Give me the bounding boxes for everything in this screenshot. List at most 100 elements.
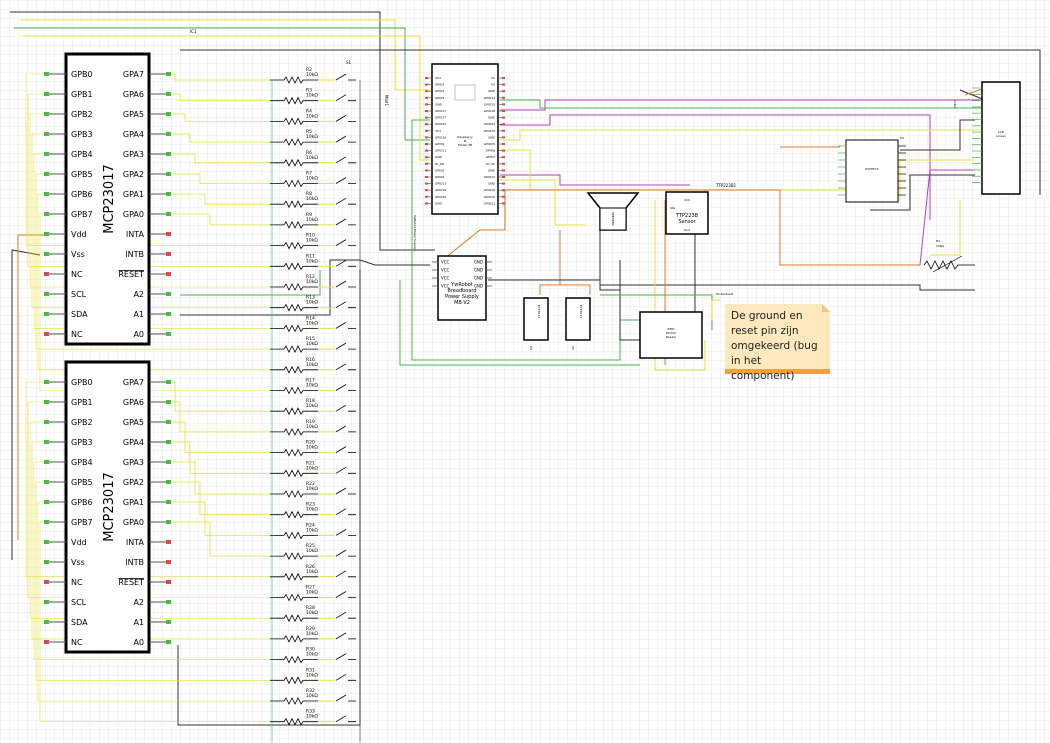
pin-connector[interactable]	[166, 640, 171, 644]
rpi-pin-connector[interactable]	[502, 116, 505, 119]
pin-connector[interactable]	[166, 460, 171, 464]
rpi-pin-connector[interactable]	[425, 195, 428, 198]
rpi-pin-connector[interactable]	[425, 143, 428, 145]
pin-connector[interactable]	[166, 380, 171, 384]
pin-connector[interactable]	[44, 540, 49, 544]
pin-connector[interactable]	[44, 560, 49, 564]
pin-connector[interactable]	[166, 620, 171, 624]
rpi-pin-connector[interactable]	[502, 182, 505, 185]
rfid-title-line-3: Reader	[666, 335, 677, 339]
pin-connector[interactable]	[166, 520, 171, 524]
pin-connector[interactable]	[166, 72, 171, 76]
rpi-pin-connector[interactable]	[502, 96, 505, 99]
rpi-pin-connector[interactable]	[425, 202, 428, 205]
pin-connector[interactable]	[44, 480, 49, 484]
rpi-pin-connector[interactable]	[425, 149, 428, 152]
rpi-pin-connector[interactable]	[502, 83, 505, 86]
resistor-value: 10kΩ	[306, 403, 318, 409]
rpi-pin-connector[interactable]	[502, 136, 505, 139]
ttp-pin-sig: SIG	[670, 206, 676, 210]
rpi-pin-connector[interactable]	[425, 123, 428, 126]
rpi-pin-connector[interactable]	[425, 189, 428, 192]
pin-connector[interactable]	[44, 132, 49, 136]
pin-connector[interactable]	[44, 92, 49, 96]
pin-connector[interactable]	[166, 292, 171, 296]
rpi-pin-connector[interactable]	[425, 96, 428, 99]
pin-connector[interactable]	[166, 252, 171, 256]
rpi-pin-connector[interactable]	[425, 182, 428, 185]
rpi-pin-connector[interactable]	[502, 110, 505, 112]
rpi-pin-connector[interactable]	[502, 90, 505, 93]
pin-connector[interactable]	[44, 380, 49, 384]
pin-connector[interactable]	[166, 172, 171, 176]
pin-connector[interactable]	[44, 192, 49, 196]
pin-connector[interactable]	[166, 500, 171, 504]
pin-connector[interactable]	[166, 540, 171, 544]
pin-connector[interactable]	[166, 440, 171, 444]
pin-connector[interactable]	[44, 600, 49, 604]
pin-connector[interactable]	[44, 112, 49, 116]
rpi-pin-connector[interactable]	[502, 103, 505, 106]
pin-connector[interactable]	[166, 560, 171, 564]
pin-connector[interactable]	[166, 132, 171, 136]
rpi-pin-connector[interactable]	[502, 202, 505, 205]
pin-connector[interactable]	[44, 232, 49, 236]
pin-connector[interactable]	[44, 332, 49, 336]
rpi-pin-connector[interactable]	[502, 123, 505, 126]
pin-connector[interactable]	[44, 400, 49, 404]
pin-connector[interactable]	[166, 212, 171, 216]
pin-connector[interactable]	[166, 232, 171, 236]
rpi-pin-connector[interactable]	[425, 116, 428, 119]
pin-connector[interactable]	[44, 272, 49, 276]
pin-connector[interactable]	[166, 152, 171, 156]
pin-connector[interactable]	[166, 580, 171, 584]
pin-connector[interactable]	[44, 500, 49, 504]
rpi-pin-connector[interactable]	[502, 189, 505, 192]
rpi-pin-connector[interactable]	[502, 156, 505, 159]
rpi-pin-connector[interactable]	[425, 156, 428, 159]
chip-right-pin-label: GPA7	[123, 378, 144, 387]
pin-connector[interactable]	[44, 292, 49, 296]
pin-connector[interactable]	[44, 212, 49, 216]
pin-connector[interactable]	[166, 92, 171, 96]
rpi-pin-connector[interactable]	[502, 143, 505, 145]
pin-connector[interactable]	[166, 312, 171, 316]
pin-connector[interactable]	[44, 640, 49, 644]
pin-connector[interactable]	[44, 72, 49, 76]
rpi-pin-connector[interactable]	[425, 176, 428, 178]
pin-connector[interactable]	[44, 312, 49, 316]
pin-connector[interactable]	[166, 192, 171, 196]
pin-connector[interactable]	[44, 420, 49, 424]
pin-connector[interactable]	[166, 112, 171, 116]
rpi-pin-connector[interactable]	[425, 110, 428, 112]
pin-connector[interactable]	[166, 480, 171, 484]
pin-connector[interactable]	[44, 172, 49, 176]
rpi-pin-connector[interactable]	[425, 83, 428, 86]
rpi-pin-connector[interactable]	[425, 77, 428, 79]
rpi-pin-connector[interactable]	[502, 162, 505, 165]
rpi-pin-connector[interactable]	[502, 169, 505, 172]
pin-connector[interactable]	[166, 420, 171, 424]
rpi-pin-connector[interactable]	[425, 103, 428, 106]
pin-connector[interactable]	[166, 600, 171, 604]
rpi-pin-connector[interactable]	[502, 77, 505, 79]
rpi-pin-connector[interactable]	[425, 129, 428, 132]
pin-connector[interactable]	[44, 440, 49, 444]
rpi-pin-connector[interactable]	[425, 162, 428, 165]
pin-connector[interactable]	[44, 152, 49, 156]
pin-connector[interactable]	[44, 520, 49, 524]
pin-connector[interactable]	[166, 400, 171, 404]
pin-connector[interactable]	[44, 580, 49, 584]
rpi-pin-connector[interactable]	[502, 176, 505, 178]
pin-connector[interactable]	[166, 332, 171, 336]
pin-connector[interactable]	[44, 252, 49, 256]
rpi-pin-connector[interactable]	[502, 195, 505, 198]
rpi-pin-connector[interactable]	[502, 129, 505, 132]
rpi-pin-connector[interactable]	[425, 136, 428, 139]
rpi-pin-connector[interactable]	[502, 149, 505, 152]
rpi-pin-connector[interactable]	[425, 169, 428, 172]
rpi-pin-connector[interactable]	[425, 90, 428, 93]
pin-connector[interactable]	[44, 460, 49, 464]
pin-connector[interactable]	[166, 272, 171, 276]
pin-connector[interactable]	[44, 620, 49, 624]
